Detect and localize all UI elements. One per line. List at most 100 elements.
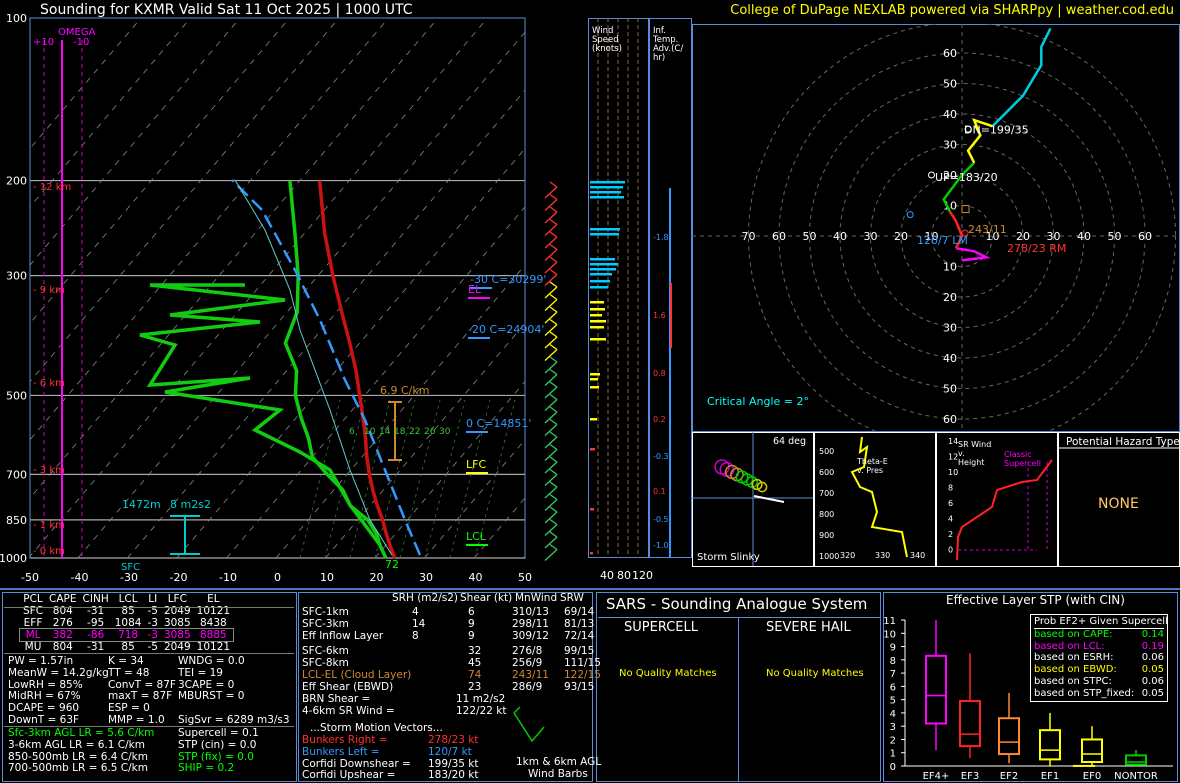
level-label: -20 C=24904' bbox=[468, 323, 544, 336]
credit-text: College of DuPage NEXLAB powered via SHA… bbox=[730, 3, 1174, 18]
stp-legend-row: based on CAPE: 0.14 bbox=[1034, 629, 1164, 641]
temp-tick: -50 bbox=[21, 571, 39, 584]
slinky-title: Storm Slinky bbox=[697, 552, 760, 563]
wind-speed-bar bbox=[590, 320, 606, 323]
theta-x-tick: 340 bbox=[910, 551, 925, 560]
hodo-y-tick: 30 bbox=[943, 139, 957, 152]
theta-trace bbox=[850, 436, 908, 558]
parcel-cell: -3 bbox=[147, 617, 158, 629]
storm-vector-value: 120/7 kt bbox=[428, 745, 472, 758]
adv-label: 0.1 bbox=[653, 487, 666, 496]
parcel-row-eff[interactable]: EFF 276 -95 1084 -3 3085 8438 bbox=[20, 617, 233, 629]
index-value: SHIP = 0.2 bbox=[178, 762, 235, 775]
storm-vector-label: Bunkers Left = bbox=[302, 745, 380, 758]
lapse-rates: Sfc-3km AGL LR = 5.6 C/km 3-6km AGL LR = … bbox=[8, 727, 154, 775]
stp-legend-label: based on CAPE: bbox=[1034, 628, 1113, 640]
srwind-y-tick: 12 bbox=[948, 453, 958, 462]
wind-speed-bar bbox=[590, 286, 608, 289]
hodo-segment-9-12 bbox=[991, 28, 1052, 128]
parcel-row-mu[interactable]: MU 804 -31 85 -5 2049 10121 bbox=[20, 641, 233, 653]
theta-y-tick: 1000 bbox=[819, 552, 839, 561]
temperature-trace bbox=[317, 180, 397, 559]
kin-header: SRH (m2/s2) bbox=[392, 592, 458, 604]
isotherm bbox=[325, 322, 525, 558]
parcel-header: PCL bbox=[23, 593, 43, 605]
temp-tick: -40 bbox=[71, 571, 89, 584]
mixing-ratio-label: 26 bbox=[424, 427, 436, 437]
eff-inflow-label: 1472m bbox=[122, 498, 161, 511]
stp-legend-label: based on EBWD: bbox=[1034, 664, 1117, 676]
stp-legend: Prob EF2+ Given Supercell based on CAPE: 0… bbox=[1030, 614, 1168, 702]
stp-box-ef0 bbox=[1081, 738, 1103, 764]
mixing-ratio-label: 14 bbox=[379, 427, 391, 437]
srwind-y-tick: 8 bbox=[948, 484, 953, 493]
stp-legend-row: based on STP_fixed: 0.05 bbox=[1034, 688, 1164, 700]
srwind-y-tick: 4 bbox=[948, 515, 953, 524]
stp-legend-row: based on ESRH: 0.06 bbox=[1034, 652, 1164, 664]
sars-hail-title: SEVERE HAIL bbox=[766, 620, 851, 635]
adv-label: 0.2 bbox=[653, 415, 666, 424]
hodo-x-tick: 60 bbox=[1138, 230, 1152, 243]
parcel-cell: -95 bbox=[87, 617, 105, 629]
mean-wind-marker bbox=[961, 205, 970, 214]
theta-y-tick: 600 bbox=[819, 468, 834, 477]
adv-label: -1.0 bbox=[653, 541, 669, 550]
temp-tick: -10 bbox=[219, 571, 237, 584]
wind-barb bbox=[544, 386, 558, 399]
adv-label: 1.6 bbox=[653, 311, 666, 320]
mixing-ratio-label: 22 bbox=[409, 427, 420, 437]
srwind-trace bbox=[956, 459, 1053, 561]
wind-barb bbox=[544, 186, 558, 199]
thermo-param: MBURST = 0 bbox=[178, 690, 245, 703]
adv-label: -1.8 bbox=[653, 233, 669, 242]
wind-speed-bar bbox=[590, 181, 625, 184]
isotherm bbox=[176, 147, 525, 558]
wind-speed-bar bbox=[590, 280, 610, 283]
temp-tick: 10 bbox=[320, 571, 334, 584]
srwind-y-tick: 14 bbox=[948, 437, 958, 446]
kin-cell: 9 bbox=[468, 630, 475, 642]
stp-y-tick: 5 bbox=[890, 696, 896, 707]
stp-legend-row: based on EBWD: 0.05 bbox=[1034, 664, 1164, 676]
srwind-y-tick: 6 bbox=[948, 499, 953, 508]
lm-marker bbox=[906, 211, 914, 219]
theta-y-tick: 800 bbox=[819, 510, 834, 519]
parcel-cell: -3 bbox=[147, 629, 158, 641]
wind-speed-bar bbox=[590, 228, 620, 231]
height-label: - 0 km bbox=[33, 546, 65, 557]
wind-speed-bar bbox=[590, 273, 612, 276]
wind-barb bbox=[544, 236, 558, 249]
pressure-tick-100: 100 bbox=[6, 12, 27, 25]
wind-barb bbox=[544, 336, 558, 349]
inferred-adv-title: Inf. Temp. Adv.(C/ hr) bbox=[653, 26, 684, 63]
agl-barbs bbox=[513, 706, 545, 743]
isotherm bbox=[275, 264, 525, 558]
mixing-ratio-line bbox=[424, 399, 466, 559]
slinky-deg: 64 deg bbox=[773, 436, 807, 447]
wind-barb bbox=[544, 486, 558, 499]
wind-tick-40: 40 bbox=[600, 569, 614, 582]
sr46-label: 4-6km SR Wind = bbox=[302, 705, 395, 717]
pressure-tick-700: 700 bbox=[6, 468, 27, 481]
kin-cell: 72/14 bbox=[564, 630, 595, 642]
thermo-param: TT = 48 bbox=[108, 666, 150, 679]
hodo-x-tick: 30 bbox=[864, 230, 878, 243]
wind-speed-bar bbox=[590, 263, 618, 266]
wind-speed-bar bbox=[590, 233, 619, 236]
wind-speed-bar bbox=[590, 338, 606, 341]
kin-cell: Eff Inflow Layer bbox=[302, 630, 384, 642]
hodo-x-tick: 40 bbox=[833, 230, 847, 243]
isotherm bbox=[226, 206, 525, 558]
wind-barb bbox=[544, 274, 558, 286]
hodo-x-tick: 20 bbox=[894, 230, 908, 243]
srwind-title: SR Wind v. Height bbox=[958, 440, 992, 467]
parcel-header: LI bbox=[148, 593, 158, 605]
height-label: - 12 km bbox=[33, 182, 71, 193]
hodo-y-tick: 40 bbox=[943, 108, 957, 121]
parcel-header: CAPE bbox=[49, 593, 77, 605]
mixing-ratio-line bbox=[399, 399, 441, 559]
wind-barb bbox=[544, 374, 558, 386]
parcel-row-ml[interactable]: ML 382 -86 718 -3 3085 8885 bbox=[18, 628, 235, 642]
parcel-cell: 85 bbox=[121, 641, 135, 653]
stp-x-label: EF4+ bbox=[923, 771, 950, 782]
